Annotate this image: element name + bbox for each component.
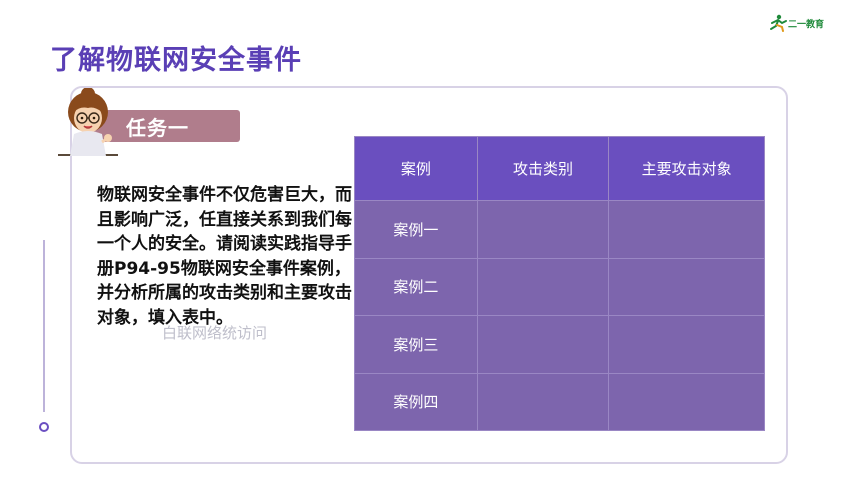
cell-case: 案例四 <box>354 372 478 431</box>
case-table: 案例 攻击类别 主要攻击对象 案例一 案例二 案例三 案例四 <box>354 136 765 431</box>
table-row: 案例三 <box>354 315 765 374</box>
side-rule <box>43 240 45 412</box>
cell-attack-type[interactable] <box>476 315 610 374</box>
runner-logo-icon <box>770 14 787 32</box>
cell-attack-target[interactable] <box>608 315 765 374</box>
task-instructions: 物联网安全事件不仅危害巨大，而且影响广泛，任直接关系到我们每一个人的安全。请阅读… <box>97 185 352 328</box>
cell-attack-type[interactable] <box>476 257 610 316</box>
table-row: 案例四 <box>354 372 765 431</box>
table-row: 案例一 <box>354 200 765 259</box>
cell-attack-type[interactable] <box>476 372 610 431</box>
teacher-avatar <box>60 87 120 156</box>
header-case: 案例 <box>354 136 478 201</box>
cell-case: 案例三 <box>354 315 478 374</box>
cell-case: 案例二 <box>354 257 478 316</box>
brand-logo: 二一教育 <box>768 14 832 34</box>
cell-case: 案例一 <box>354 200 478 259</box>
cell-attack-type[interactable] <box>476 200 610 259</box>
cell-attack-target[interactable] <box>608 372 765 431</box>
table-header-row: 案例 攻击类别 主要攻击对象 <box>354 136 765 201</box>
page-title: 了解物联网安全事件 <box>50 45 302 76</box>
task-label: 任务一 <box>126 116 189 140</box>
overlay-text: 白联网络统访问 <box>162 324 268 342</box>
cell-attack-target[interactable] <box>608 200 765 259</box>
cell-attack-target[interactable] <box>608 257 765 316</box>
table-row: 案例二 <box>354 257 765 316</box>
header-attack-target: 主要攻击对象 <box>608 136 765 201</box>
logo-text: 二一教育 <box>788 20 825 30</box>
side-rule-dot <box>39 422 49 432</box>
header-attack-type: 攻击类别 <box>476 136 610 201</box>
